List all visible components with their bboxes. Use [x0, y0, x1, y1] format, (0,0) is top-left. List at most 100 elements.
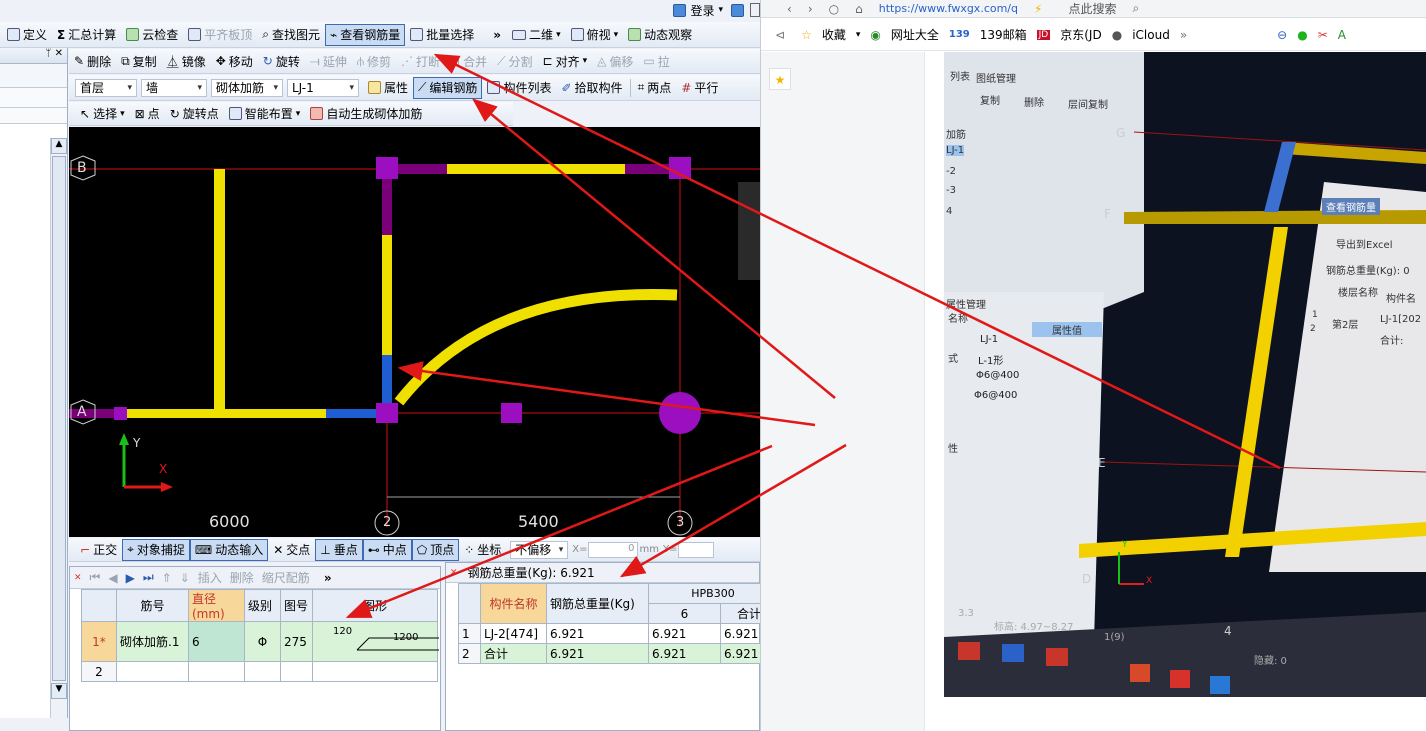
panel-scrollbar[interactable]: ▲ ▼	[50, 138, 67, 718]
offset-select[interactable]: 不偏移	[510, 540, 569, 559]
insert-button[interactable]: 插入	[198, 569, 222, 586]
table-row[interactable]: 1* 砌体加筋.1 6 Φ 275 120 1200	[81, 621, 439, 662]
trim-button[interactable]: ⫛ 修剪	[352, 50, 396, 72]
close-icon[interactable]: ✕	[450, 568, 458, 578]
subtype-select[interactable]: 砌体加筋	[211, 78, 283, 97]
parallel-button[interactable]: # 平行	[676, 77, 723, 99]
prev-icon[interactable]: ◀	[108, 571, 117, 585]
shape-cell[interactable]: 120 1200	[312, 621, 439, 662]
figure-no-cell[interactable]	[280, 661, 313, 682]
align-slab-top-button[interactable]: 平齐板顶	[183, 24, 257, 46]
properties-button[interactable]: 属性	[363, 77, 413, 99]
figure-no-cell[interactable]: 275	[280, 621, 313, 662]
view-rebar-quantity-button[interactable]: ⌁ 查看钢筋量	[325, 23, 406, 46]
move-button[interactable]: ✥ 移动	[211, 50, 258, 72]
bookmark-jd[interactable]: 京东(JD	[1060, 26, 1101, 43]
break-button[interactable]: ⋰ 打断	[396, 50, 445, 72]
bar-name-cell[interactable]	[116, 661, 189, 682]
two-points-button[interactable]: ⌗ 两点	[633, 77, 677, 99]
define-button[interactable]: 定义	[2, 24, 52, 46]
login-link[interactable]: 登录	[690, 2, 714, 19]
summary-calc-button[interactable]: Σ 汇总计算	[52, 24, 121, 46]
back-icon[interactable]: ‹	[787, 2, 792, 16]
favorite-star-icon[interactable]: ★	[769, 68, 791, 90]
chevron-down-icon[interactable]: ▾	[856, 30, 861, 40]
scale-rebar-button[interactable]: 缩尺配筋	[262, 569, 310, 586]
chevron-down-icon[interactable]: ▾	[718, 5, 723, 15]
pick-component-button[interactable]: ✐ 拾取构件	[556, 77, 627, 99]
extend-button[interactable]: ⟞ 延伸	[305, 50, 352, 72]
lightning-icon[interactable]: ⚡	[1034, 2, 1042, 16]
translate-icon[interactable]: A	[1338, 28, 1346, 42]
merge-button[interactable]: ⊞ 合并	[445, 50, 492, 72]
midpoint-snap-button[interactable]: ⊷ 中点	[362, 538, 412, 561]
bookmark-139mail[interactable]: 139邮箱	[980, 26, 1027, 43]
delete-button[interactable]: ✎ 删除	[69, 50, 116, 72]
ortho-button[interactable]: ⌐ 正交	[75, 539, 122, 561]
bell-icon[interactable]	[731, 3, 744, 17]
object-snap-button[interactable]: ⌖ 对象捕捉	[122, 538, 190, 561]
component-list-button[interactable]: 构件列表	[482, 77, 556, 99]
grade-cell[interactable]	[244, 661, 281, 682]
grade-cell[interactable]: Φ	[244, 621, 281, 662]
minus-circle-icon[interactable]: ⊖	[1277, 28, 1287, 42]
table-row[interactable]: 2 合计 6.921 6.921 6.921	[458, 643, 760, 664]
auto-generate-button[interactable]: 自动生成砌体加筋	[305, 103, 427, 125]
shape-cell[interactable]	[312, 661, 438, 682]
drawing-canvas[interactable]: B A 2 3 6000 5400 Y X	[69, 127, 760, 537]
home-icon[interactable]: ⌂	[855, 2, 863, 16]
last-icon[interactable]: ⏭	[143, 570, 154, 585]
copy-button[interactable]: ⧉ 复制	[116, 50, 162, 72]
dynamic-observe-button[interactable]: 动态观察	[623, 24, 697, 46]
table-row[interactable]: 2	[81, 661, 438, 682]
select-dropdown[interactable]: ↖ 选择 ▾	[75, 103, 130, 125]
point-button[interactable]: ⊠ 点	[130, 103, 165, 125]
search-icon[interactable]: ⌕	[1132, 1, 1139, 16]
bookmark-directory[interactable]: 网址大全	[891, 26, 939, 43]
next-icon[interactable]: ▶	[126, 571, 135, 585]
smart-layout-dropdown[interactable]: 智能布置 ▾	[224, 103, 306, 125]
component-name-select[interactable]: LJ-1	[287, 78, 359, 97]
table-row[interactable]: 1 LJ-2[474] 6.921 6.921 6.921	[458, 623, 760, 644]
diameter-cell[interactable]: 6	[188, 621, 245, 662]
close-icon[interactable]: ✕	[55, 48, 63, 59]
move-down-icon[interactable]: ⇓	[180, 571, 190, 585]
delete-row-button[interactable]: 删除	[230, 569, 254, 586]
rotate-button[interactable]: ↻ 旋转	[258, 50, 305, 72]
view-2d-dropdown[interactable]: 二维 ▾	[507, 24, 566, 46]
wechat-icon[interactable]: ●	[1297, 28, 1307, 42]
pin-icon[interactable]: ᛘ	[45, 48, 51, 59]
move-up-icon[interactable]: ⇑	[162, 571, 172, 585]
edit-rebar-button[interactable]: ⟋ 编辑钢筋	[413, 76, 483, 99]
scissors-icon[interactable]: ✂	[1318, 28, 1328, 42]
y-coord-input[interactable]	[677, 541, 714, 558]
scroll-down-icon[interactable]: ▼	[51, 683, 67, 699]
intersection-snap-button[interactable]: ✕ 交点	[268, 539, 315, 561]
diameter-cell[interactable]	[188, 661, 245, 682]
more-bookmarks-icon[interactable]: »	[1180, 28, 1187, 42]
scroll-up-icon[interactable]: ▲	[51, 138, 67, 154]
overflow-chevron-icon[interactable]: »	[493, 28, 501, 42]
stretch-button[interactable]: ▭ 拉	[638, 50, 674, 72]
search-box[interactable]: 点此搜索	[1068, 0, 1116, 17]
dynamic-input-button[interactable]: ⌨ 动态输入	[189, 538, 269, 561]
coordinate-button[interactable]: ⁘ 坐标	[459, 539, 506, 561]
top-view-dropdown[interactable]: 俯视 ▾	[566, 24, 624, 46]
offset-button[interactable]: ◬ 偏移	[592, 50, 638, 72]
align-dropdown[interactable]: ⊏ 对齐 ▾	[538, 50, 593, 72]
cloud-check-button[interactable]: 云检查	[121, 24, 183, 46]
mirror-button[interactable]: ⏅ 镜像	[162, 50, 211, 72]
bar-name-cell[interactable]: 砌体加筋.1	[116, 621, 189, 662]
forward-icon[interactable]: ›	[808, 2, 813, 16]
vertex-snap-button[interactable]: ⬠ 顶点	[411, 538, 460, 561]
perpendicular-snap-button[interactable]: ⊥ 垂点	[315, 538, 363, 561]
type-select[interactable]: 墙	[141, 78, 207, 97]
rotate-point-button[interactable]: ↻ 旋转点	[165, 103, 224, 125]
overflow-chevron-icon[interactable]: »	[324, 571, 332, 585]
url-field[interactable]: https://www.fwxgx.com/q	[879, 2, 1018, 15]
bookmark-favorites[interactable]: 收藏	[822, 26, 846, 43]
refresh-icon[interactable]: ○	[829, 2, 839, 16]
split-button[interactable]: ⟋ 分割	[492, 50, 537, 72]
scroll-thumb[interactable]	[52, 156, 66, 681]
close-icon[interactable]: ✕	[74, 573, 82, 583]
